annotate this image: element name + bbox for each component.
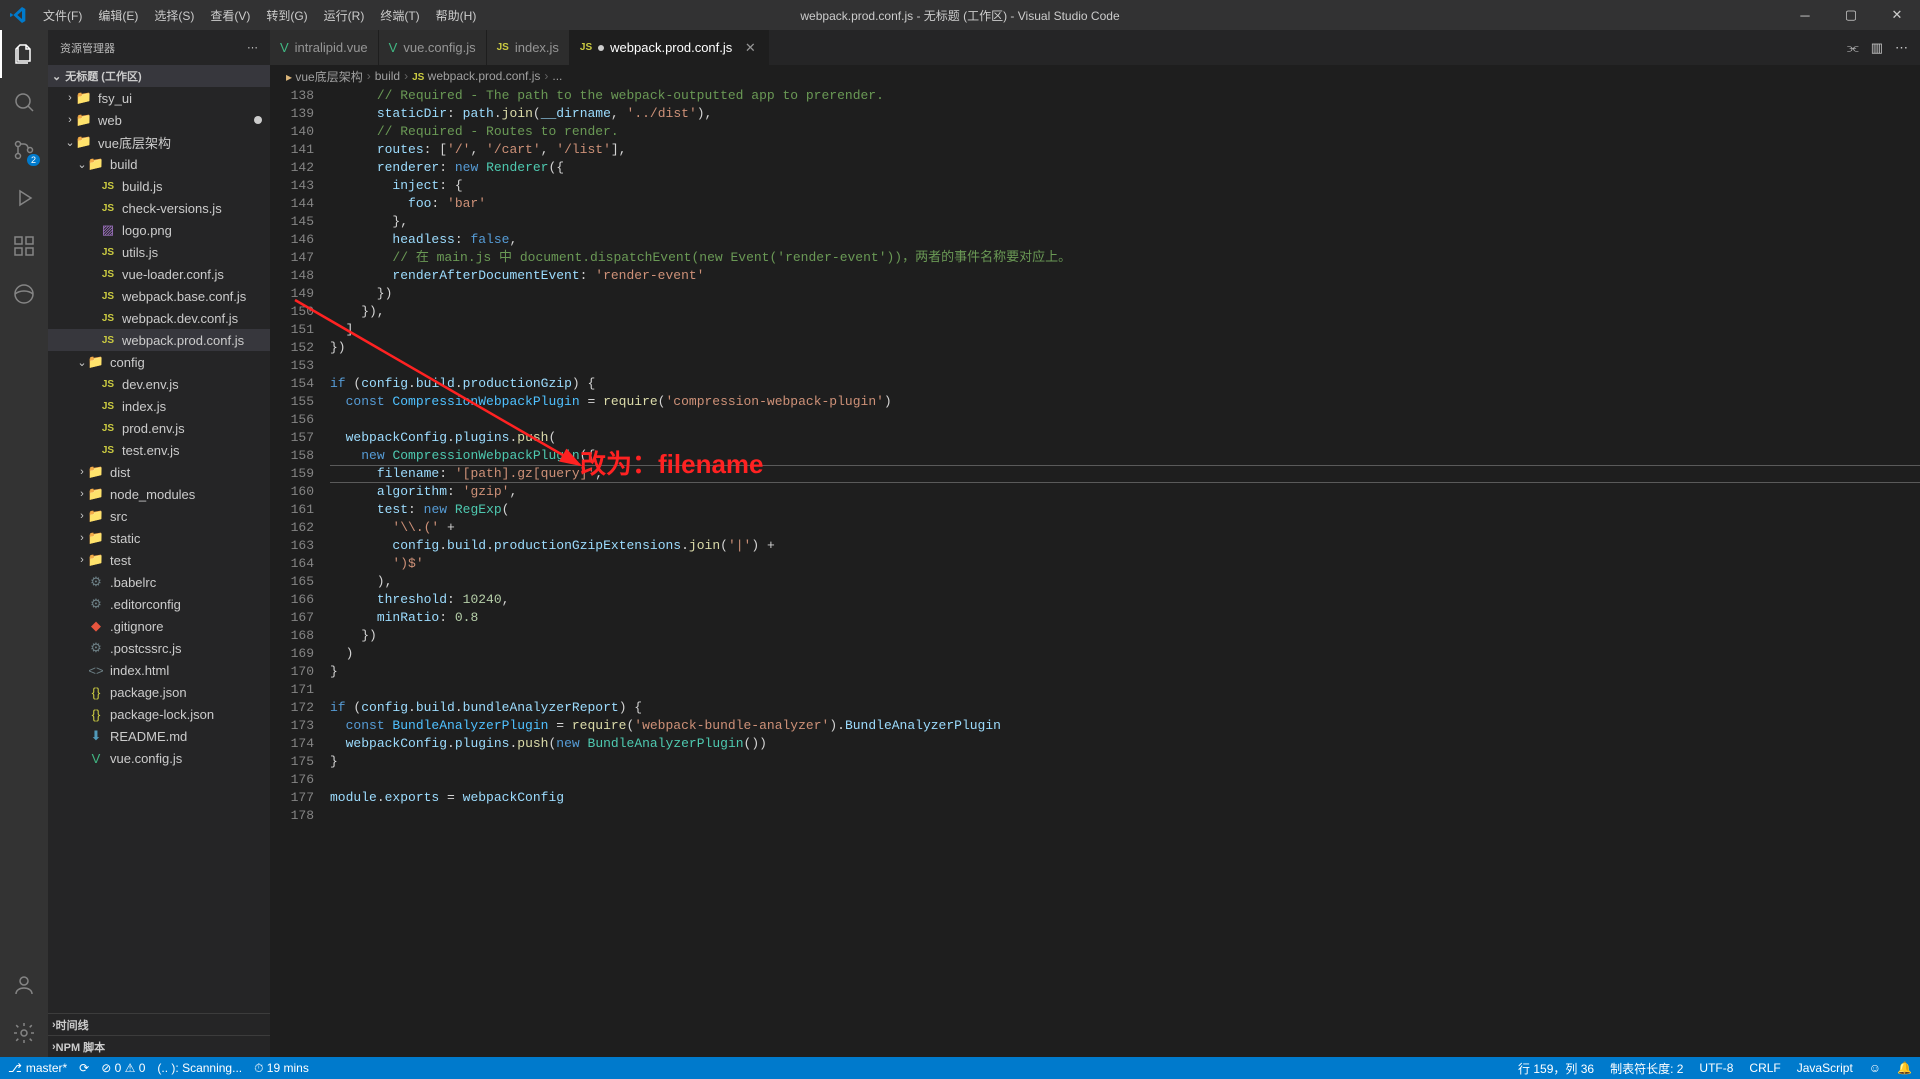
- tree-item[interactable]: JSprod.env.js: [48, 417, 270, 439]
- menu-item[interactable]: 查看(V): [202, 0, 258, 30]
- tree-item[interactable]: ⌄📁vue底层架构: [48, 131, 270, 153]
- minimize-button[interactable]: ─: [1782, 0, 1828, 30]
- chevron-down-icon: ⌄: [52, 70, 61, 83]
- tree-item[interactable]: JSwebpack.base.conf.js: [48, 285, 270, 307]
- sync-button[interactable]: ⟳: [79, 1061, 89, 1075]
- tree-item[interactable]: JStest.env.js: [48, 439, 270, 461]
- menu-item[interactable]: 编辑(E): [90, 0, 146, 30]
- menu-item[interactable]: 转到(G): [258, 0, 315, 30]
- tree-item[interactable]: {}package-lock.json: [48, 703, 270, 725]
- activity-bar: 2: [0, 30, 48, 1057]
- app-icon: [0, 7, 35, 23]
- tree-item[interactable]: ›📁node_modules: [48, 483, 270, 505]
- scanning-status[interactable]: (.. ): Scanning...: [157, 1061, 242, 1075]
- editor-tab[interactable]: JSindex.js: [487, 30, 570, 65]
- tree-item[interactable]: ›📁src: [48, 505, 270, 527]
- git-branch[interactable]: ⎇master*: [8, 1061, 67, 1075]
- timeline-label: 时间线: [56, 1017, 89, 1033]
- menu-item[interactable]: 选择(S): [146, 0, 202, 30]
- tree-item[interactable]: ›📁test: [48, 549, 270, 571]
- settings-icon[interactable]: [0, 1009, 48, 1057]
- editor-tab[interactable]: Vintralipid.vue: [270, 30, 379, 65]
- menu-item[interactable]: 帮助(H): [428, 0, 485, 30]
- file-tree: ›📁fsy_ui›📁web⌄📁vue底层架构⌄📁buildJSbuild.jsJ…: [48, 87, 270, 1013]
- search-icon[interactable]: [0, 78, 48, 126]
- more-actions-icon[interactable]: ⋯: [1895, 40, 1908, 56]
- source-control-icon[interactable]: 2: [0, 126, 48, 174]
- tree-item[interactable]: ›📁web: [48, 109, 270, 131]
- tree-item[interactable]: JSwebpack.prod.conf.js: [48, 329, 270, 351]
- time-status[interactable]: ⏱ 19 mins: [254, 1061, 309, 1076]
- menubar: 文件(F)编辑(E)选择(S)查看(V)转到(G)运行(R)终端(T)帮助(H): [35, 0, 484, 30]
- editor-area: Vintralipid.vueVvue.config.jsJSindex.jsJ…: [270, 30, 1920, 1057]
- tree-item[interactable]: ▨logo.png: [48, 219, 270, 241]
- titlebar: 文件(F)编辑(E)选择(S)查看(V)转到(G)运行(R)终端(T)帮助(H)…: [0, 0, 1920, 30]
- tree-item[interactable]: Vvue.config.js: [48, 747, 270, 769]
- window-title: webpack.prod.conf.js - 无标题 (工作区) - Visua…: [800, 7, 1119, 24]
- menu-item[interactable]: 文件(F): [35, 0, 90, 30]
- eol[interactable]: CRLF: [1749, 1060, 1780, 1077]
- tree-item[interactable]: <>index.html: [48, 659, 270, 681]
- line-gutter: 1381391401411421431441451461471481491501…: [270, 87, 330, 1057]
- npm-scripts-section[interactable]: › NPM 脚本: [48, 1035, 270, 1057]
- npm-label: NPM 脚本: [56, 1039, 106, 1055]
- tree-item[interactable]: JScheck-versions.js: [48, 197, 270, 219]
- tree-item[interactable]: JSbuild.js: [48, 175, 270, 197]
- window-controls: ─ ▢ ✕: [1782, 0, 1920, 30]
- menu-item[interactable]: 运行(R): [316, 0, 373, 30]
- debug-icon[interactable]: [0, 174, 48, 222]
- tree-item[interactable]: ⌄📁build: [48, 153, 270, 175]
- main-area: 2 资源管理器 ⋯ ⌄ 无标题 (工作区) ›📁fsy_ui›📁web⌄📁vue…: [0, 30, 1920, 1057]
- tree-item[interactable]: ›📁dist: [48, 461, 270, 483]
- problems-status[interactable]: ⊘ 0 ⚠ 0: [101, 1061, 145, 1075]
- tree-item[interactable]: JSindex.js: [48, 395, 270, 417]
- compare-icon[interactable]: ⫘: [1847, 40, 1859, 56]
- more-icon[interactable]: ⋯: [247, 41, 258, 54]
- timeline-section[interactable]: › 时间线: [48, 1013, 270, 1035]
- tree-item[interactable]: ›📁fsy_ui: [48, 87, 270, 109]
- notifications-icon[interactable]: 🔔: [1897, 1060, 1912, 1077]
- edge-icon[interactable]: [0, 270, 48, 318]
- tree-item[interactable]: ⚙.editorconfig: [48, 593, 270, 615]
- editor-tab[interactable]: JSwebpack.prod.conf.js✕: [570, 30, 769, 65]
- tree-item[interactable]: JSwebpack.dev.conf.js: [48, 307, 270, 329]
- language-mode[interactable]: JavaScript: [1797, 1060, 1853, 1077]
- scm-badge: 2: [27, 154, 40, 166]
- feedback-icon[interactable]: ☺: [1869, 1060, 1881, 1077]
- split-editor-icon[interactable]: ▥: [1871, 40, 1883, 56]
- statusbar: ⎇master* ⟳ ⊘ 0 ⚠ 0 (.. ): Scanning... ⏱ …: [0, 1057, 1920, 1079]
- tree-item[interactable]: ⚙.babelrc: [48, 571, 270, 593]
- workspace-section[interactable]: ⌄ 无标题 (工作区): [48, 65, 270, 87]
- code-content[interactable]: // Required - The path to the webpack-ou…: [330, 87, 1920, 1057]
- tree-item[interactable]: JSdev.env.js: [48, 373, 270, 395]
- editor-tab[interactable]: Vvue.config.js: [379, 30, 487, 65]
- extensions-icon[interactable]: [0, 222, 48, 270]
- encoding[interactable]: UTF-8: [1699, 1060, 1733, 1077]
- cursor-position[interactable]: 行 159，列 36: [1518, 1060, 1594, 1077]
- tree-item[interactable]: ◆.gitignore: [48, 615, 270, 637]
- tree-item[interactable]: ⚙.postcssrc.js: [48, 637, 270, 659]
- breadcrumbs[interactable]: ▸ vue底层架构›build›JS webpack.prod.conf.js›…: [270, 65, 1920, 87]
- tree-item[interactable]: ⌄📁config: [48, 351, 270, 373]
- workspace-label: 无标题 (工作区): [65, 68, 141, 84]
- sidebar-title: 资源管理器: [60, 40, 115, 56]
- editor-tabs: Vintralipid.vueVvue.config.jsJSindex.jsJ…: [270, 30, 1920, 65]
- close-button[interactable]: ✕: [1874, 0, 1920, 30]
- tab-close-icon[interactable]: ✕: [742, 40, 758, 56]
- tree-item[interactable]: ⬇README.md: [48, 725, 270, 747]
- tree-item[interactable]: ›📁static: [48, 527, 270, 549]
- tree-item[interactable]: {}package.json: [48, 681, 270, 703]
- code-editor[interactable]: 1381391401411421431441451461471481491501…: [270, 87, 1920, 1057]
- tree-item[interactable]: JSvue-loader.conf.js: [48, 263, 270, 285]
- sidebar: 资源管理器 ⋯ ⌄ 无标题 (工作区) ›📁fsy_ui›📁web⌄📁vue底层…: [48, 30, 270, 1057]
- menu-item[interactable]: 终端(T): [372, 0, 427, 30]
- tree-item[interactable]: JSutils.js: [48, 241, 270, 263]
- explorer-icon[interactable]: [0, 30, 48, 78]
- tab-size[interactable]: 制表符长度: 2: [1610, 1060, 1683, 1077]
- maximize-button[interactable]: ▢: [1828, 0, 1874, 30]
- sidebar-header: 资源管理器 ⋯: [48, 30, 270, 65]
- account-icon[interactable]: [0, 961, 48, 1009]
